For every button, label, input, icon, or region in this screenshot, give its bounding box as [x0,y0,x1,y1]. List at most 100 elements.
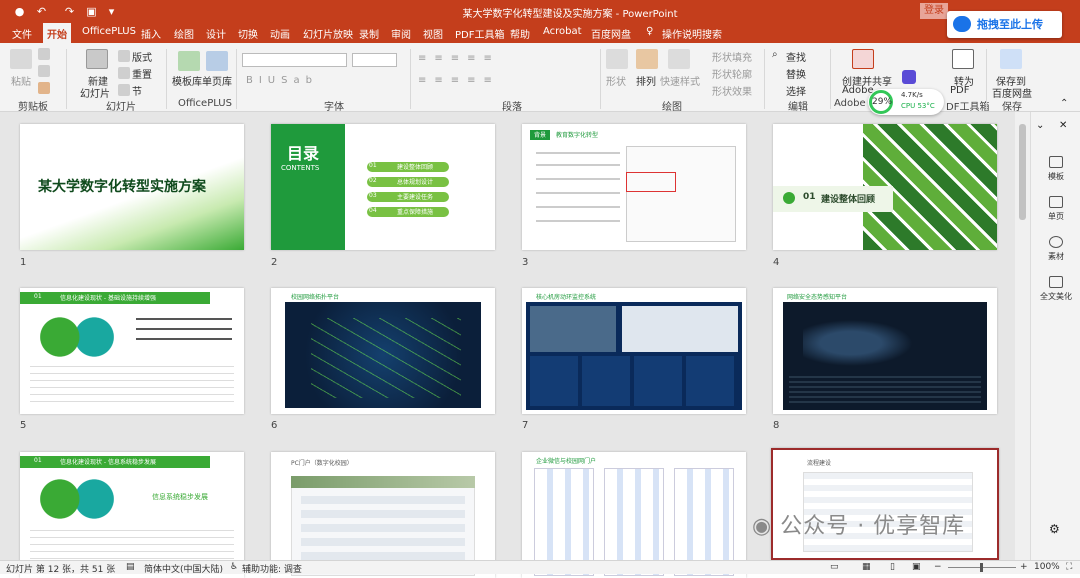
tab-pdf-toolbox[interactable]: PDF工具箱 [455,26,504,41]
language-status[interactable]: 简体中文(中国大陆) [144,562,223,575]
quick-style-icon[interactable] [668,49,690,69]
pane-beautify[interactable]: 全文美化 [1031,276,1080,302]
tab-transitions[interactable]: 切换 [238,26,258,41]
settings-gear-icon[interactable]: ⚙ [1049,522,1060,536]
group-paragraph: 段落 [502,102,522,113]
zoom-out-icon[interactable]: − [934,562,942,572]
shape-effect-button[interactable]: 形状效果 [712,83,752,98]
tab-insert[interactable]: 插入 [141,26,161,41]
zoom-level[interactable]: 100% [1034,562,1060,572]
section-button[interactable]: 节 [132,83,142,98]
shape-label[interactable]: 形状 [606,73,626,88]
baidu-save-icon[interactable] [1000,49,1022,69]
toc-item: 主要建设任务 [397,194,434,201]
format-painter-icon[interactable] [38,82,50,94]
quick-style-label[interactable]: 快速样式 [660,73,700,88]
divider [166,49,167,109]
tab-home[interactable]: 开始 [43,23,71,43]
template-library-icon[interactable] [178,51,200,71]
zoom-in-icon[interactable]: + [1020,562,1028,572]
template-library-label[interactable]: 模板库 [172,73,202,88]
find-button[interactable]: 查找 [786,49,806,64]
tab-slideshow[interactable]: 幻灯片放映 [303,26,353,41]
close-icon[interactable]: ✕ [1059,120,1067,131]
paragraph-align-buttons[interactable]: ≡≡≡≡≡ [418,75,500,86]
slide-thumbnail-4[interactable]: 01 建设整体回顾 [773,124,997,250]
fit-window-icon[interactable]: ⛶ [1066,562,1072,572]
zoom-slider-thumb[interactable] [980,563,983,572]
present-icon[interactable]: ▣ [84,4,99,19]
slide-thumbnail-1[interactable]: 某大学数字化转型实施方案 [20,124,244,250]
sorter-view-icon[interactable]: ▦ [862,562,871,572]
slide-thumbnail-12[interactable]: 流程建设 [771,448,999,560]
single-page-icon[interactable] [206,51,228,71]
arrange-label[interactable]: 排列 [636,73,656,88]
slide-thumbnail-3[interactable]: 背景 教育数字化转型 [522,124,746,250]
upload-button[interactable]: 拖拽至此上传 [947,11,1062,38]
tab-design[interactable]: 设计 [206,26,226,41]
tab-file[interactable]: 文件 [12,26,32,41]
scrollbar-thumb[interactable] [1019,124,1026,220]
font-name-input[interactable] [242,53,347,67]
reset-button[interactable]: 重置 [132,66,152,81]
replace-button[interactable]: 替换 [786,66,806,81]
slide-thumbnail-8[interactable]: 网络安全态势感知平台 [773,288,997,414]
single-page-label[interactable]: 单页库 [202,73,232,88]
layout-button[interactable]: 版式 [132,49,152,64]
shape-outline-button[interactable]: 形状轮廓 [712,66,752,81]
redo-icon[interactable]: ↷ [62,4,77,19]
chevron-down-icon[interactable]: ⌄ [1036,120,1044,131]
undo-icon[interactable]: ↶ [34,4,49,19]
cpu-temp: CPU 53°C [901,102,935,110]
paste-icon[interactable] [10,49,32,69]
convert-pdf-label[interactable]: PDF [950,85,969,96]
slide-number: 8 [773,420,780,431]
slide-thumbnail-5[interactable]: 01 信息化建设现状 - 基础设施持续增强 [20,288,244,414]
shape-fill-button[interactable]: 形状填充 [712,49,752,64]
cut-icon[interactable] [38,48,50,60]
normal-view-icon[interactable]: ▭ [830,562,839,572]
arrange-icon[interactable] [636,49,658,69]
group-officeplus: OfficePLUS [178,98,232,109]
collapse-ribbon-icon[interactable]: ⌃ [1060,98,1068,109]
tab-record[interactable]: 录制 [359,26,379,41]
accessibility-status[interactable]: 辅助功能: 调查 [242,562,302,575]
convert-pdf-icon[interactable] [952,49,974,69]
login-button[interactable]: 登录 [920,3,948,19]
tab-acrobat[interactable]: Acrobat [543,26,582,37]
slide-thumbnail-7[interactable]: 核心机房动环监控系统 [522,288,746,414]
net-speed: 4.7K/s [901,91,923,99]
pane-beautify-label: 全文美化 [1040,292,1072,301]
customize-icon[interactable]: ▾ [104,4,119,19]
autosave-icon[interactable]: ● [12,4,27,19]
font-format-buttons[interactable]: BIUSab [246,75,318,86]
toc-num: 02 [369,177,377,184]
tab-animations[interactable]: 动画 [270,26,290,41]
spellcheck-icon[interactable]: ▤ [126,562,135,572]
tab-draw[interactable]: 绘图 [174,26,194,41]
paragraph-list-buttons[interactable]: ≡≡≡≡≡ [418,53,500,64]
tab-help[interactable]: 帮助 [510,26,530,41]
tab-review[interactable]: 审阅 [391,26,411,41]
pane-single-page[interactable]: 单页 [1031,196,1080,222]
ai-icon[interactable] [902,70,916,84]
font-size-input[interactable] [352,53,397,67]
paste-label[interactable]: 粘贴 [11,73,31,88]
slide-12-heading: 流程建设 [807,460,832,467]
new-slide-icon[interactable] [86,49,108,69]
reading-view-icon[interactable]: ▯ [890,562,895,572]
tab-officeplus[interactable]: OfficePLUS [82,26,136,37]
vertical-scrollbar[interactable] [1015,112,1030,560]
slide-thumbnail-2[interactable]: 目录 CONTENTS 01 建设整体回顾 02 总体规划设计 03 主要建设任… [271,124,495,250]
tab-baidu[interactable]: 百度网盘 [591,26,631,41]
adobe-create-icon[interactable] [852,49,874,69]
tab-view[interactable]: 视图 [423,26,443,41]
copy-icon[interactable] [38,65,50,77]
slide-thumbnail-6[interactable]: 校园网络拓扑平台 [271,288,495,414]
slideshow-view-icon[interactable]: ▣ [912,562,921,572]
select-button[interactable]: 选择 [786,83,806,98]
pane-template[interactable]: 模板 [1031,156,1080,182]
pane-assets[interactable]: 素材 [1031,236,1080,262]
shape-icon[interactable] [606,49,628,69]
tell-me-search[interactable]: 操作说明搜索 [662,26,722,41]
